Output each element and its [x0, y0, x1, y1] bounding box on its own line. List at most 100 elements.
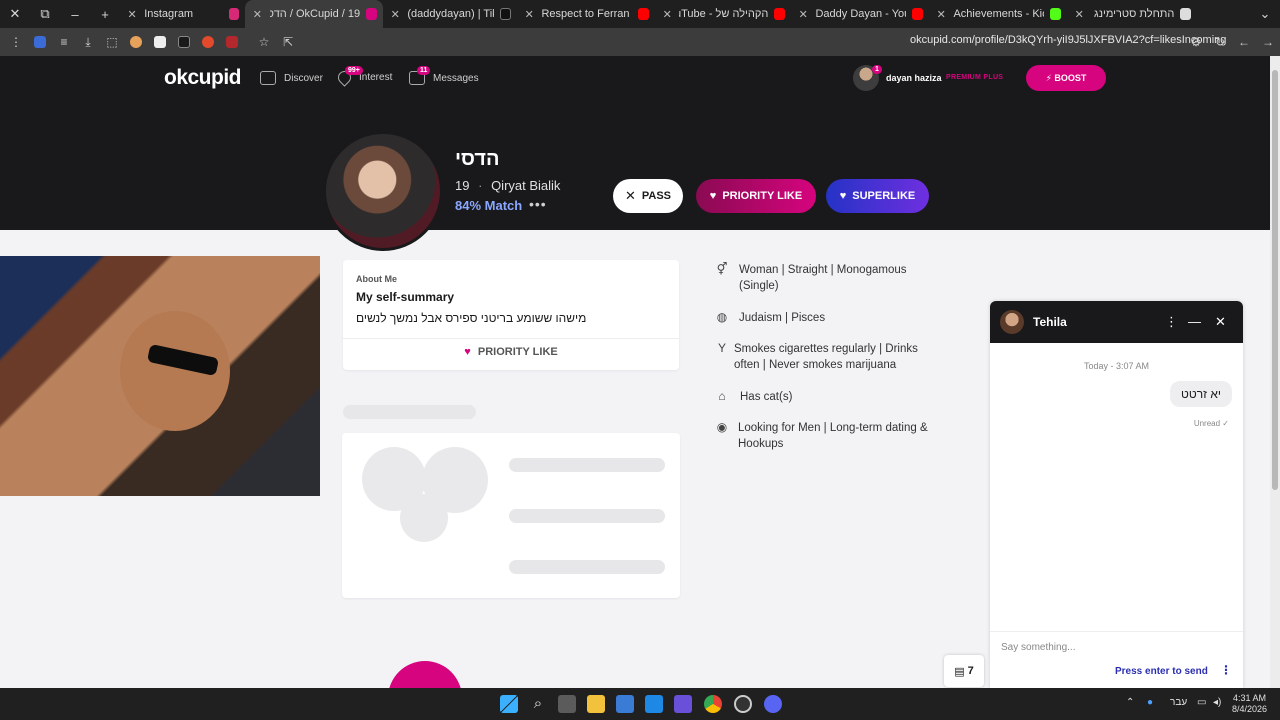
extension-icon[interactable]: [172, 30, 196, 54]
about-title: My self-summary: [356, 290, 455, 304]
detail-habits: Y Smokes cigarettes regularly | Drinks o…: [714, 341, 934, 373]
tab-instagram[interactable]: ✕ Instagram: [120, 0, 245, 28]
app-icon[interactable]: [674, 695, 692, 713]
profile-meta: 19 · Qiryat Bialik: [455, 178, 561, 193]
photos-icon[interactable]: [645, 695, 663, 713]
chat-avatar[interactable]: [1000, 310, 1024, 334]
star-icon[interactable]: ☆: [252, 30, 276, 54]
extension-icon[interactable]: [220, 30, 244, 54]
task-view-icon[interactable]: [558, 695, 576, 713]
match-percentage: 84% Match: [455, 198, 523, 213]
tab-youtube-community[interactable]: ✕ הקהילה של - YouTube: [655, 0, 791, 28]
browser-tab-bar: ✕ ⧉ – + ✕ Instagram ✕ OkCupid / 19 / הדס…: [0, 0, 1280, 28]
tab-close-icon[interactable]: ✕: [523, 8, 535, 21]
close-window-icon[interactable]: ✕: [0, 0, 30, 28]
okcupid-logo[interactable]: okcupid: [164, 66, 242, 90]
profile-header: okcupid Discover Interest 99+ Messages 1…: [0, 56, 1270, 230]
tray-chevron-icon[interactable]: ⌃: [1126, 697, 1134, 708]
tab-tiktok[interactable]: ✕ (daddydayan) | TikTok(65): [383, 0, 517, 28]
start-icon[interactable]: [500, 695, 518, 713]
messages-count-button[interactable]: ▤ 7: [944, 655, 984, 687]
discover-icon: [260, 71, 276, 85]
chat-contact-name[interactable]: Tehila: [1033, 315, 1067, 329]
share-icon[interactable]: ⇱: [276, 30, 300, 54]
address-bar[interactable]: okcupid.com/profile/D3kQYrh-yiI9J5lJXFBV…: [910, 34, 1226, 46]
boost-button[interactable]: ⚡ BOOST: [1026, 65, 1106, 91]
clock[interactable]: 4:31 AM 8/4/2026: [1232, 693, 1267, 715]
close-icon[interactable]: ✕: [1215, 314, 1226, 330]
search-icon[interactable]: ⌕: [529, 695, 547, 713]
tab-actions-icon[interactable]: ⧉: [30, 0, 60, 28]
extension-icon[interactable]: [148, 30, 172, 54]
okcupid-icon: [366, 8, 377, 20]
about-priority-like-button[interactable]: ♥ PRIORITY LIKE: [343, 346, 679, 358]
chat-date: Today - 3:07 AM: [1083, 361, 1150, 371]
chat-options-icon[interactable]: ⋮: [1220, 663, 1232, 677]
send-hint: Press enter to send: [1115, 666, 1208, 677]
gender-icon: ⚥: [716, 262, 728, 276]
tab-close-icon[interactable]: ✕: [797, 8, 809, 21]
reload-icon[interactable]: ↻: [1208, 30, 1232, 54]
site-settings-icon[interactable]: ⚙: [1184, 30, 1208, 54]
browser-toolbar: ⋮ ≡ ⤓ ⬚ ☆ ⇱ okcupid.com/profile/D3kQYrh-…: [0, 28, 1280, 56]
language-indicator[interactable]: עבר: [1170, 697, 1187, 708]
tab-close-icon[interactable]: ✕: [126, 8, 138, 21]
store-icon[interactable]: [616, 695, 634, 713]
tab-close-icon[interactable]: ✕: [251, 8, 264, 21]
minimize-icon[interactable]: –: [60, 0, 90, 28]
volume-icon[interactable]: ◂): [1213, 697, 1221, 708]
new-tab-icon[interactable]: +: [90, 0, 120, 28]
tab-close-icon[interactable]: ✕: [935, 8, 947, 21]
network-icon[interactable]: ▭: [1197, 697, 1206, 708]
username[interactable]: dayan haziza: [886, 73, 942, 83]
download-icon[interactable]: ⤓: [76, 30, 100, 54]
tab-youtube-daddy[interactable]: ✕ Daddy Dayan - YouTube: [791, 0, 929, 28]
chat-header[interactable]: Tehila ⋮ — ✕: [990, 301, 1243, 343]
loading-placeholder: [343, 405, 476, 419]
about-me-card: About Me My self-summary מישהו ששומע ברי…: [343, 260, 679, 370]
menu-icon[interactable]: ⋮: [4, 30, 28, 54]
nav-discover[interactable]: Discover: [260, 71, 323, 85]
microphone-icon[interactable]: ●: [1147, 697, 1153, 708]
extension-icon[interactable]: [28, 30, 52, 54]
minimize-icon[interactable]: —: [1188, 314, 1201, 329]
os-taskbar: ⌕ ⌃ ● עבר ▭ ◂) 4:31 AM 8/4/2026: [0, 688, 1280, 720]
tab-youtube-ferran[interactable]: ✕ Respect to Ferran Torres: [517, 0, 655, 28]
kick-icon: [1180, 8, 1191, 20]
reading-list-icon[interactable]: ≡: [52, 30, 76, 54]
pass-button[interactable]: ✕ PASS: [613, 179, 683, 213]
file-explorer-icon[interactable]: [587, 695, 605, 713]
extension-icon[interactable]: [196, 30, 220, 54]
home-icon: ⌂: [718, 389, 726, 403]
youtube-icon: [912, 8, 923, 20]
forward-icon[interactable]: →: [1256, 30, 1280, 54]
detail-looking-for: ◉ Looking for Men | Long-term dating & H…: [714, 420, 938, 452]
profile-photo[interactable]: [323, 131, 443, 251]
chat-menu-icon[interactable]: ⋮: [1165, 314, 1178, 330]
app-icon[interactable]: [734, 695, 752, 713]
tab-kick-streaming[interactable]: ✕ התחלת סטרימינג בקיק: [1067, 0, 1197, 28]
tab-close-icon[interactable]: ✕: [389, 8, 401, 21]
tiktok-icon: [500, 8, 511, 20]
back-icon[interactable]: ←: [1232, 30, 1256, 54]
premium-tier-label: PREMIUM PLUS: [946, 74, 1004, 81]
superlike-button[interactable]: ♥ SUPERLIKE: [826, 179, 929, 213]
tab-close-icon[interactable]: ✕: [661, 8, 673, 21]
page-scrollbar[interactable]: [1270, 56, 1280, 688]
tab-kick-achievements[interactable]: ✕ Achievements - Kick Dash: [929, 0, 1067, 28]
messages-badge: 11: [417, 66, 431, 75]
chrome-icon[interactable]: [704, 695, 722, 713]
superlike-heart-icon: ♥: [839, 190, 847, 202]
tab-list-chevron-icon[interactable]: ⌄: [1250, 0, 1280, 28]
screenshot-icon[interactable]: ⬚: [100, 30, 124, 54]
heart-icon: ♥: [709, 190, 717, 202]
priority-like-button[interactable]: ♥ PRIORITY LIKE: [696, 179, 816, 213]
extension-icon[interactable]: [124, 30, 148, 54]
chat-input[interactable]: Say something...: [1001, 642, 1075, 653]
decorative-graphic: [388, 661, 462, 688]
tab-okcupid[interactable]: ✕ OkCupid / 19 / הדסי | Qiryat Bialik: [245, 0, 383, 28]
more-options-icon[interactable]: •••: [529, 196, 547, 212]
loading-card: [342, 433, 680, 598]
discord-icon[interactable]: [764, 695, 782, 713]
tab-close-icon[interactable]: ✕: [1073, 8, 1085, 21]
